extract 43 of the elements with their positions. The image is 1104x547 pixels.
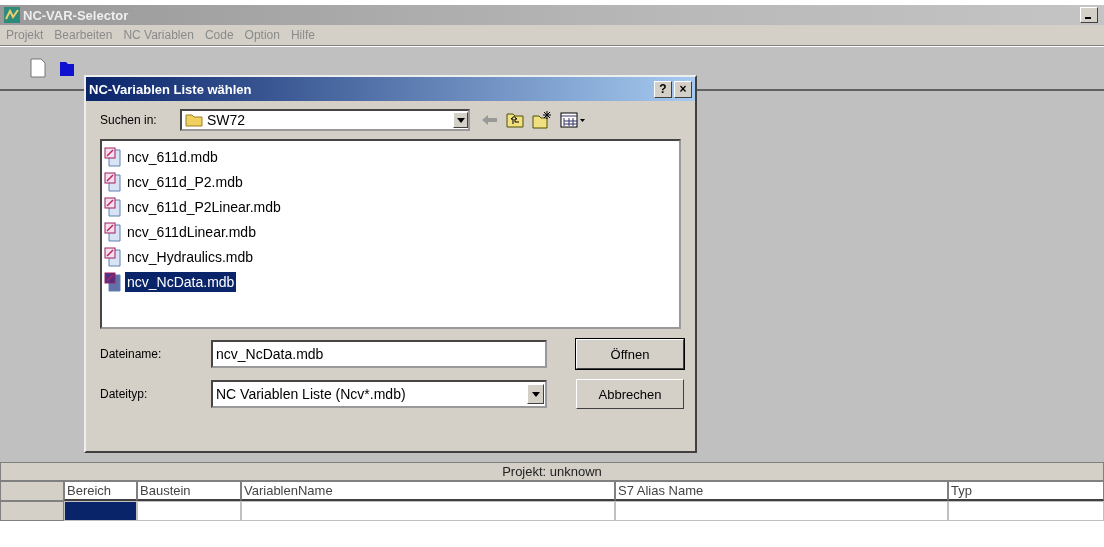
folder-up-icon[interactable] [506, 112, 524, 128]
column-header[interactable]: VariablenName [241, 481, 615, 501]
back-arrow-icon[interactable] [482, 114, 498, 126]
database-file-icon [104, 196, 124, 217]
column-header[interactable]: Bereich [64, 481, 137, 501]
file-type-dropdown[interactable]: NC Variablen Liste (Ncv*.mdb) [211, 380, 547, 408]
table-cell[interactable] [137, 501, 241, 521]
new-folder-icon[interactable] [532, 111, 552, 129]
column-header[interactable]: Typ [948, 481, 1104, 501]
help-button[interactable]: ? [654, 80, 672, 98]
filename-label: Dateiname: [100, 347, 163, 361]
column-header[interactable]: S7 Alias Name [615, 481, 948, 501]
open-button[interactable]: Öffnen [576, 339, 684, 369]
view-menu-icon[interactable] [560, 112, 586, 128]
minimize-button[interactable] [1080, 7, 1098, 23]
database-file-icon [104, 146, 124, 167]
cancel-button[interactable]: Abbrechen [576, 379, 684, 409]
table-cell[interactable] [948, 501, 1104, 521]
database-file-icon [104, 221, 124, 242]
new-document-icon[interactable] [30, 58, 46, 78]
table-cell[interactable] [241, 501, 615, 521]
file-item[interactable]: ncv_611d_P2Linear.mdb [104, 194, 283, 219]
row-header [0, 481, 64, 501]
file-item[interactable]: ncv_611d_P2.mdb [104, 169, 245, 194]
database-file-icon [104, 246, 124, 267]
app-logo-icon [4, 7, 20, 23]
column-header[interactable]: Baustein [137, 481, 241, 501]
look-in-label: Suchen in: [100, 113, 158, 127]
database-file-icon [104, 271, 124, 292]
filename-field[interactable]: ncv_NcData.mdb [211, 340, 547, 368]
file-type-label: Dateityp: [100, 387, 149, 401]
window-title: NC-VAR-Selector [23, 7, 129, 23]
file-item[interactable]: ncv_611d.mdb [104, 144, 220, 169]
file-item[interactable]: ncv_Hydraulics.mdb [104, 244, 256, 269]
table-cell[interactable] [615, 501, 948, 521]
file-item[interactable]: ncv_611dLinear.mdb [104, 219, 258, 244]
dialog-title: NC-Variablen Liste wählen [89, 81, 252, 97]
database-file-icon [104, 171, 124, 192]
table-cell[interactable] [64, 501, 137, 521]
folder-icon [185, 113, 203, 127]
look-in-dropdown[interactable]: SW72 [180, 109, 470, 131]
close-button[interactable]: × [674, 80, 692, 98]
project-bar: Projekt: unknown [0, 462, 1104, 481]
